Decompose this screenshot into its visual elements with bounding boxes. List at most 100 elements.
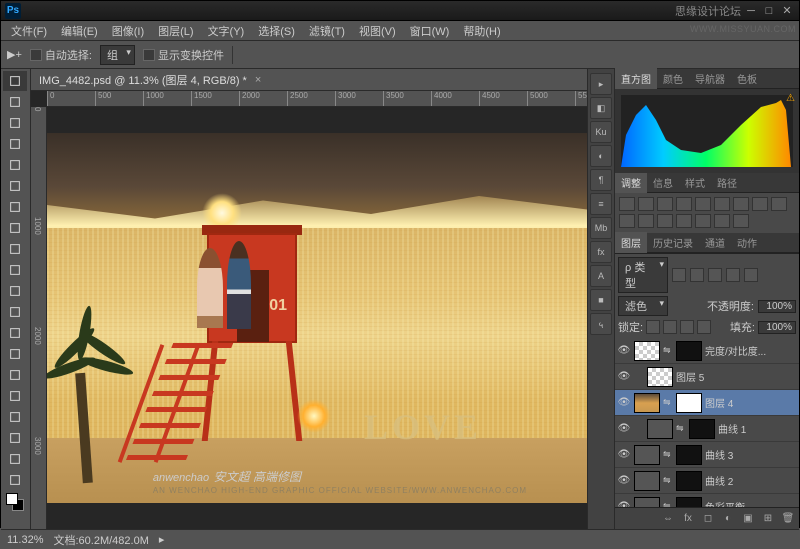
layer-thumb[interactable]: [647, 419, 673, 439]
menu-9[interactable]: 帮助(H): [457, 21, 506, 41]
visibility-icon[interactable]: 👁: [617, 422, 631, 436]
move-tool[interactable]: [3, 71, 27, 91]
tab-路径[interactable]: 路径: [711, 172, 743, 193]
eyedrop-tool[interactable]: [3, 176, 27, 196]
layer-thumb[interactable]: [634, 341, 660, 361]
rect-tool[interactable]: [3, 428, 27, 448]
move-tool-icon[interactable]: ▶+: [7, 48, 22, 61]
layer-thumb[interactable]: [634, 393, 660, 413]
layer-name[interactable]: 图层 4: [705, 395, 797, 410]
pen-tool[interactable]: [3, 365, 27, 385]
tab-动作[interactable]: 动作: [731, 232, 763, 253]
gradient-tool[interactable]: [3, 302, 27, 322]
menu-0[interactable]: 文件(F): [5, 21, 53, 41]
tab-颜色[interactable]: 颜色: [657, 68, 689, 89]
layer-name[interactable]: 色彩平衡...: [705, 499, 797, 507]
layer-thumb[interactable]: [634, 497, 660, 508]
show-transform-checkbox[interactable]: [143, 49, 155, 61]
document-tab[interactable]: IMG_4482.psd @ 11.3% (图层 4, RGB/8) * ×: [31, 69, 587, 91]
layer-row[interactable]: 👁⇋图层 4: [615, 390, 799, 416]
layer-name[interactable]: 完度/对比度...: [705, 343, 797, 358]
viewport[interactable]: 01 LOVE anwenchao 安文超 高端修图 AN WENCHAO HI…: [47, 107, 587, 529]
lock-pixels-icon[interactable]: [663, 320, 677, 334]
adjustment-preset-15[interactable]: [733, 214, 749, 228]
menu-3[interactable]: 图层(L): [152, 21, 199, 41]
layer-row[interactable]: 👁⇋曲线 3: [615, 442, 799, 468]
visibility-icon[interactable]: 👁: [617, 474, 631, 488]
visibility-icon[interactable]: 👁: [617, 344, 631, 358]
menu-1[interactable]: 编辑(E): [55, 21, 104, 41]
visibility-icon[interactable]: 👁: [617, 448, 631, 462]
adjustment-preset-2[interactable]: [657, 197, 673, 211]
delete-layer-icon[interactable]: 🗑: [781, 512, 795, 526]
layer-row[interactable]: 👁 图层 5: [615, 364, 799, 390]
layer-thumb[interactable]: [634, 445, 660, 465]
lock-transparent-icon[interactable]: [646, 320, 660, 334]
adjustment-preset-1[interactable]: [638, 197, 654, 211]
color-swatches[interactable]: [3, 491, 28, 515]
layer-name[interactable]: 曲线 1: [718, 421, 797, 436]
maximize-icon[interactable]: □: [761, 4, 777, 18]
menu-8[interactable]: 窗口(W): [404, 21, 456, 41]
stamp-tool[interactable]: [3, 239, 27, 259]
tab-样式[interactable]: 样式: [679, 172, 711, 193]
crop-tool[interactable]: [3, 155, 27, 175]
filter-shape-icon[interactable]: [726, 268, 740, 282]
layer-thumb[interactable]: [676, 393, 702, 413]
layer-filter-dropdown[interactable]: ρ 类型: [618, 257, 668, 293]
dock-btn-3[interactable]: ◐: [590, 145, 612, 167]
visibility-icon[interactable]: 👁: [617, 370, 631, 384]
dock-btn-9[interactable]: ■: [590, 289, 612, 311]
eraser-tool[interactable]: [3, 281, 27, 301]
tab-图层[interactable]: 图层: [615, 232, 647, 253]
filter-pixel-icon[interactable]: [672, 268, 686, 282]
layer-thumb[interactable]: [689, 419, 715, 439]
blend-mode-dropdown[interactable]: 滤色: [618, 296, 668, 316]
adjustment-preset-7[interactable]: [752, 197, 768, 211]
layer-thumb[interactable]: [676, 471, 702, 491]
layer-name[interactable]: 图层 5: [676, 369, 797, 384]
filter-type-icon[interactable]: [708, 268, 722, 282]
menu-6[interactable]: 滤镜(T): [303, 21, 351, 41]
menu-5[interactable]: 选择(S): [252, 21, 301, 41]
lock-position-icon[interactable]: [680, 320, 694, 334]
menu-4[interactable]: 文字(Y): [202, 21, 251, 41]
visibility-icon[interactable]: 👁: [617, 396, 631, 410]
type-tool[interactable]: [3, 386, 27, 406]
layer-row[interactable]: 👁⇋曲线 1: [615, 416, 799, 442]
adjustment-preset-8[interactable]: [771, 197, 787, 211]
blur-tool[interactable]: [3, 323, 27, 343]
adjustment-preset-4[interactable]: [695, 197, 711, 211]
status-arrow-icon[interactable]: ▸: [159, 533, 165, 546]
visibility-icon[interactable]: 👁: [617, 500, 631, 508]
layer-row[interactable]: 👁⇋色彩平衡...: [615, 494, 799, 507]
adjustment-preset-5[interactable]: [714, 197, 730, 211]
adjustment-preset-10[interactable]: [638, 214, 654, 228]
layer-thumb[interactable]: [634, 471, 660, 491]
tab-close-icon[interactable]: ×: [255, 74, 261, 86]
adjustment-preset-3[interactable]: [676, 197, 692, 211]
dock-btn-0[interactable]: ▸: [590, 73, 612, 95]
dock-btn-8[interactable]: A: [590, 265, 612, 287]
adjustment-preset-0[interactable]: [619, 197, 635, 211]
zoom-level[interactable]: 11.32%: [7, 534, 44, 546]
opacity-input[interactable]: 100%: [758, 300, 796, 313]
lasso-tool[interactable]: [3, 113, 27, 133]
wand-tool[interactable]: [3, 134, 27, 154]
tab-调整[interactable]: 调整: [615, 172, 647, 193]
marquee-tool[interactable]: [3, 92, 27, 112]
filter-smart-icon[interactable]: [744, 268, 758, 282]
adjustment-preset-9[interactable]: [619, 214, 635, 228]
dock-btn-6[interactable]: Mb: [590, 217, 612, 239]
zoom-tool[interactable]: [3, 470, 27, 490]
layer-thumb[interactable]: [676, 497, 702, 508]
adjustment-preset-11[interactable]: [657, 214, 673, 228]
close-icon[interactable]: ✕: [779, 4, 795, 18]
layer-thumb[interactable]: [676, 341, 702, 361]
minimize-icon[interactable]: ─: [743, 4, 759, 18]
tab-色板[interactable]: 色板: [731, 68, 763, 89]
layer-mask-icon[interactable]: ◻: [701, 512, 715, 526]
dock-btn-4[interactable]: ¶: [590, 169, 612, 191]
filter-adj-icon[interactable]: [690, 268, 704, 282]
fill-input[interactable]: 100%: [758, 321, 796, 334]
